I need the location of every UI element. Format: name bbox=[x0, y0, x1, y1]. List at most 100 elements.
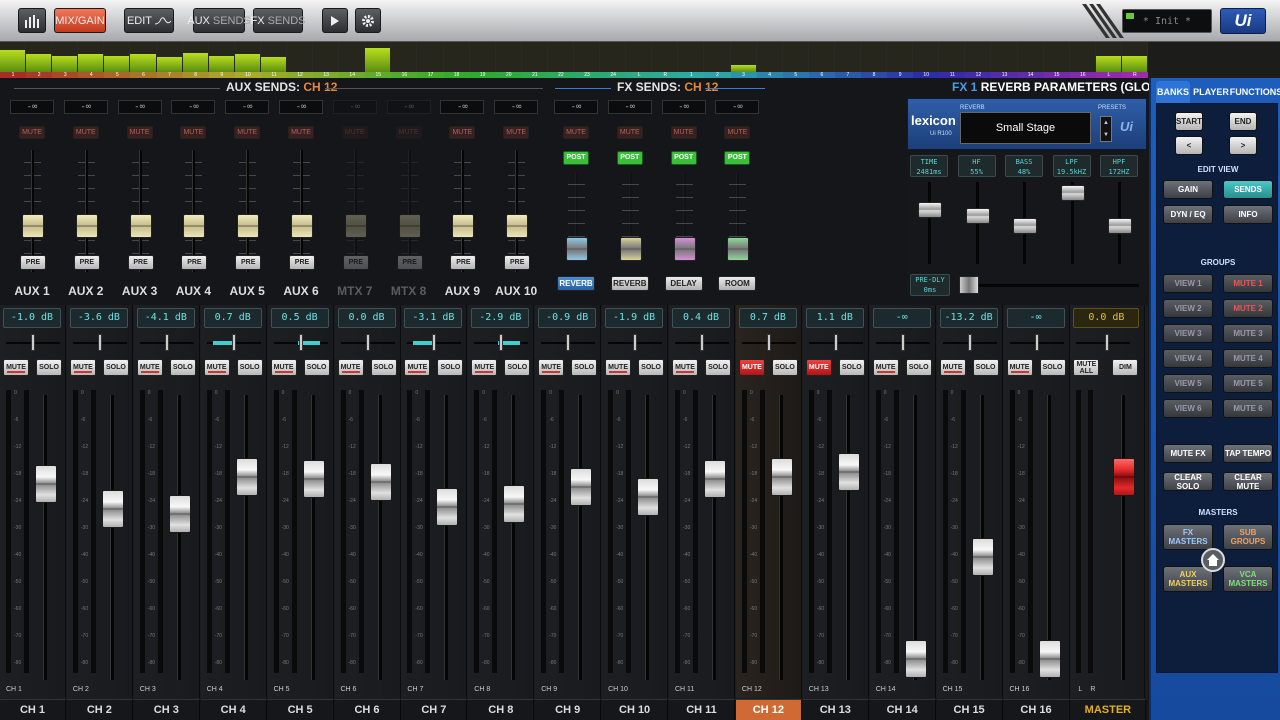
channel-solo-button[interactable]: SOLO bbox=[1039, 359, 1066, 376]
start-button[interactable]: START bbox=[1175, 112, 1203, 131]
aux-send-pre-button[interactable]: PRE bbox=[342, 255, 369, 270]
dyn-eq-view-button[interactable]: DYN / EQ bbox=[1163, 205, 1213, 224]
aux-send-value[interactable]: -∞ bbox=[117, 100, 162, 114]
channel-solo-button[interactable]: SOLO bbox=[236, 359, 263, 376]
group-mute-button[interactable]: MUTE 6 bbox=[1223, 399, 1273, 418]
channel-mute-button[interactable]: MUTE bbox=[136, 359, 163, 376]
channel-fader[interactable] bbox=[904, 640, 927, 678]
group-mute-button[interactable]: MUTE 5 bbox=[1223, 374, 1273, 393]
channel-fader[interactable] bbox=[168, 495, 191, 533]
channel-solo-button[interactable]: SOLO bbox=[504, 359, 531, 376]
channel-solo-button[interactable]: SOLO bbox=[303, 359, 330, 376]
channel-solo-button[interactable]: SOLO bbox=[36, 359, 62, 376]
home-button[interactable] bbox=[1201, 548, 1225, 572]
channel-solo-button[interactable]: SOLO bbox=[972, 359, 999, 376]
channel-fader[interactable] bbox=[235, 457, 258, 496]
aux-send-mute-button[interactable]: MUTE bbox=[234, 126, 261, 139]
channel-fader[interactable] bbox=[971, 537, 994, 576]
channel-mute-button[interactable]: MUTE bbox=[404, 359, 431, 376]
pan-knob[interactable] bbox=[967, 334, 972, 351]
channel-gain-display[interactable]: -3.1 dB bbox=[404, 308, 463, 328]
channel-mute-button[interactable]: MUTE bbox=[337, 359, 364, 376]
channel-gain-display[interactable]: -4.1 dB bbox=[136, 308, 195, 328]
pan-knob[interactable] bbox=[766, 334, 771, 351]
play-button[interactable] bbox=[322, 8, 348, 33]
aux-send-value[interactable]: -∞ bbox=[332, 100, 377, 114]
pan-knob[interactable] bbox=[31, 334, 35, 351]
fx-send-post-button[interactable]: POST bbox=[563, 151, 589, 165]
channel-mute-button[interactable]: MUTE bbox=[1006, 359, 1033, 376]
aux-send-fader[interactable] bbox=[506, 213, 529, 238]
channel-name-button[interactable]: CH 6 bbox=[334, 699, 401, 720]
dim-button[interactable]: DIM bbox=[1112, 359, 1139, 376]
master-balance-track[interactable] bbox=[1076, 342, 1131, 344]
channel-mute-button[interactable]: MUTE bbox=[738, 359, 765, 376]
group-mute-button[interactable]: MUTE 3 bbox=[1223, 324, 1273, 343]
aux-send-fader[interactable] bbox=[452, 213, 475, 238]
channel-gain-display[interactable]: 0.7 dB bbox=[203, 308, 262, 328]
aux-send-value[interactable]: -∞ bbox=[171, 100, 216, 114]
fx-send-fader[interactable] bbox=[673, 237, 696, 261]
prev-bank-button[interactable]: < bbox=[1175, 136, 1203, 155]
tap-tempo-button[interactable]: TAP TEMPO bbox=[1223, 444, 1273, 463]
master-fader[interactable] bbox=[1113, 457, 1136, 496]
mute-all-button[interactable]: MUTE ALL bbox=[1073, 359, 1100, 376]
group-mute-button[interactable]: MUTE 1 bbox=[1223, 274, 1273, 293]
aux-send-pre-button[interactable]: PRE bbox=[504, 255, 531, 270]
aux-send-fader[interactable] bbox=[237, 213, 260, 238]
channel-gain-display[interactable]: -2.9 dB bbox=[471, 308, 530, 328]
tab-functions[interactable]: FUNCTIONS bbox=[1230, 81, 1280, 103]
preset-down-icon[interactable]: ▼ bbox=[1101, 129, 1111, 141]
gain-view-button[interactable]: GAIN bbox=[1163, 180, 1213, 199]
channel-fader[interactable] bbox=[101, 490, 124, 528]
group-view-button[interactable]: VIEW 6 bbox=[1163, 399, 1213, 418]
channel-solo-button[interactable]: SOLO bbox=[437, 359, 464, 376]
channel-fader[interactable] bbox=[302, 460, 325, 498]
channel-name-button[interactable]: CH 13 bbox=[802, 699, 869, 720]
aux-send-mute-button[interactable]: MUTE bbox=[72, 126, 99, 139]
channel-gain-display[interactable]: 0.5 dB bbox=[270, 308, 329, 328]
end-button[interactable]: END bbox=[1229, 112, 1257, 131]
sends-view-button[interactable]: SENDS bbox=[1223, 180, 1273, 199]
channel-fader[interactable] bbox=[35, 465, 57, 503]
channel-fader[interactable] bbox=[1038, 640, 1061, 678]
aux-send-pre-button[interactable]: PRE bbox=[289, 255, 315, 270]
fx-send-route-button[interactable]: REVERB bbox=[557, 276, 595, 291]
aux-send-pre-button[interactable]: PRE bbox=[20, 255, 46, 270]
channel-mute-button[interactable]: MUTE bbox=[605, 359, 632, 376]
channel-gain-display[interactable]: -13.2 dB bbox=[939, 308, 998, 328]
aux-send-mute-button[interactable]: MUTE bbox=[288, 126, 314, 139]
channel-solo-button[interactable]: SOLO bbox=[169, 359, 196, 376]
tab-player[interactable]: PLAYER bbox=[1193, 81, 1229, 103]
fx-sends-button[interactable]: FX SENDS bbox=[251, 8, 305, 33]
group-view-button[interactable]: VIEW 1 bbox=[1163, 274, 1213, 293]
meters-icon-button[interactable] bbox=[18, 8, 46, 33]
aux-send-fader[interactable] bbox=[398, 213, 421, 238]
channel-gain-display[interactable]: -1.9 dB bbox=[605, 308, 664, 328]
mute-fx-button[interactable]: MUTE FX bbox=[1163, 444, 1213, 463]
pan-knob[interactable] bbox=[432, 334, 437, 351]
pan-knob[interactable] bbox=[298, 334, 303, 351]
channel-solo-button[interactable]: SOLO bbox=[638, 359, 665, 376]
pan-knob[interactable] bbox=[499, 334, 504, 351]
master-gain-display[interactable]: 0.0 dB bbox=[1073, 308, 1140, 328]
fx-send-value[interactable]: -∞ bbox=[715, 100, 760, 114]
channel-name-button[interactable]: CH 9 bbox=[535, 699, 602, 720]
pan-knob[interactable] bbox=[1034, 334, 1039, 351]
fx-param-fader[interactable] bbox=[918, 201, 942, 218]
fx-send-fader[interactable] bbox=[566, 237, 588, 261]
channel-fader[interactable] bbox=[637, 477, 660, 516]
aux-send-value[interactable]: -∞ bbox=[63, 100, 108, 114]
mix-gain-button[interactable]: MIX/GAIN bbox=[54, 8, 106, 33]
fx-send-fader[interactable] bbox=[727, 237, 750, 261]
fx-send-fader[interactable] bbox=[619, 237, 642, 261]
aux-send-mute-button[interactable]: MUTE bbox=[395, 126, 422, 139]
fx-send-route-button[interactable]: DELAY bbox=[664, 276, 703, 291]
next-bank-button[interactable]: > bbox=[1229, 136, 1257, 155]
channel-name-button[interactable]: CH 4 bbox=[200, 699, 267, 720]
channel-name-button[interactable]: CH 14 bbox=[869, 699, 936, 720]
channel-name-button[interactable]: CH 5 bbox=[267, 699, 334, 720]
aux-send-fader[interactable] bbox=[75, 213, 98, 238]
pan-knob[interactable] bbox=[833, 334, 838, 351]
fx-masters-button[interactable]: FX MASTERS bbox=[1163, 524, 1213, 550]
